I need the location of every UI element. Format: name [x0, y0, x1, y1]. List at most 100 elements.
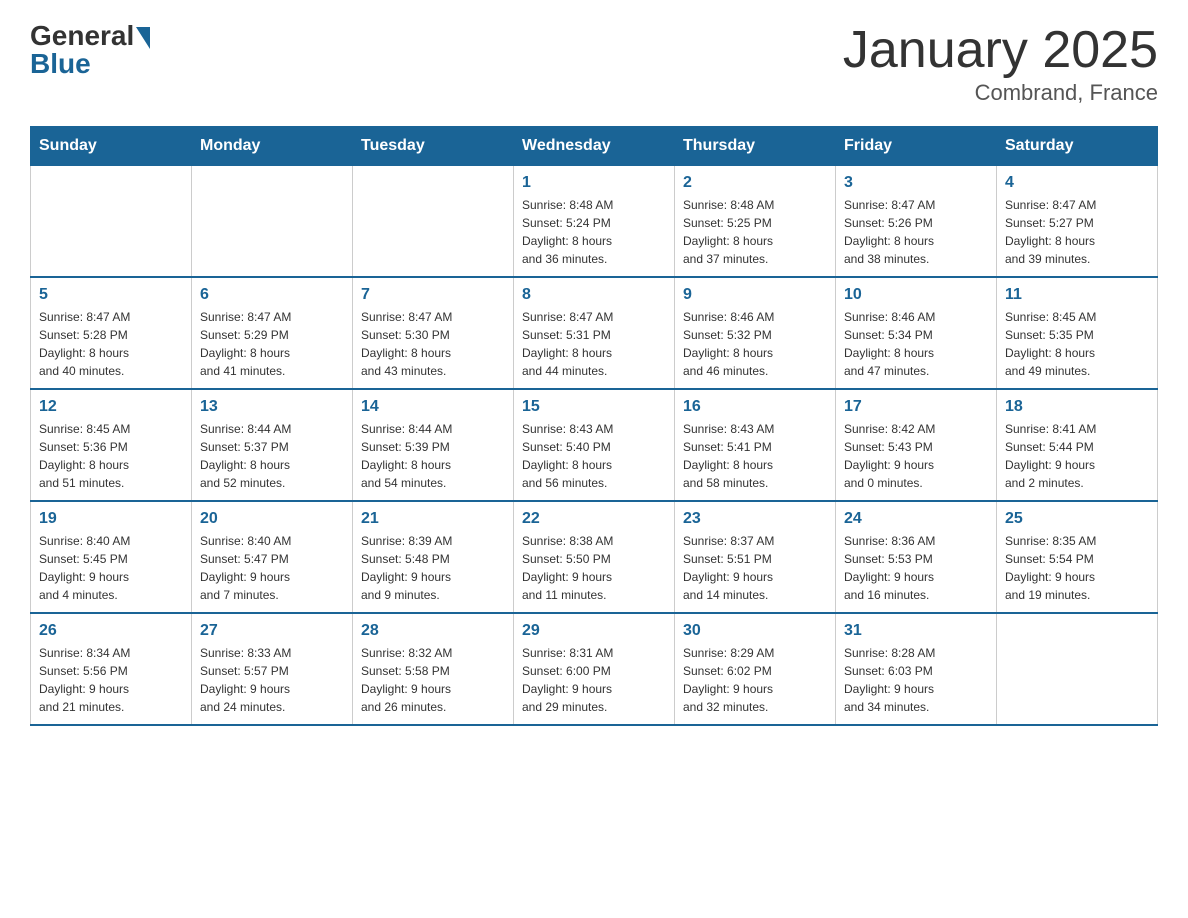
day-number: 31: [844, 622, 988, 640]
weekday-header-thursday: Thursday: [675, 127, 836, 166]
day-number: 11: [1005, 286, 1149, 304]
day-info: Sunrise: 8:43 AM Sunset: 5:40 PM Dayligh…: [522, 420, 666, 492]
calendar-cell: 5Sunrise: 8:47 AM Sunset: 5:28 PM Daylig…: [31, 277, 192, 389]
calendar-cell: 29 Sunrise: 8:31 AM Sunset: 6:00 PM Dayli…: [514, 613, 675, 725]
calendar-cell: 16 Sunrise: 8:43 AM Sunset: 5:41 PM Dayli…: [675, 389, 836, 501]
calendar-cell: [192, 166, 353, 278]
calendar-cell: [353, 166, 514, 278]
day-info: Sunrise: 8:34 AM Sunset: 5:56 PM Dayligh…: [39, 644, 183, 716]
day-number: 7: [361, 286, 505, 304]
day-number: 8: [522, 286, 666, 304]
day-info: Sunrise: 8:42 AM Sunset: 5:43 PM Dayligh…: [844, 420, 988, 492]
day-info: Sunrise: 8:41 AM Sunset: 5:44 PM Dayligh…: [1005, 420, 1149, 492]
calendar-cell: 3 Sunrise: 8:47 AM Sunset: 5:26 PM Daylig…: [836, 166, 997, 278]
logo: General Blue: [30, 20, 150, 80]
calendar-week-row: 26 Sunrise: 8:34 AM Sunset: 5:56 PM Dayli…: [31, 613, 1158, 725]
day-number: 18: [1005, 398, 1149, 416]
calendar-week-row: 1 Sunrise: 8:48 AM Sunset: 5:24 PM Daylig…: [31, 166, 1158, 278]
day-number: 9: [683, 286, 827, 304]
weekday-header-sunday: Sunday: [31, 127, 192, 166]
weekday-header-row: SundayMondayTuesdayWednesdayThursdayFrid…: [31, 127, 1158, 166]
logo-blue-text: Blue: [30, 48, 91, 80]
day-number: 27: [200, 622, 344, 640]
day-number: 29: [522, 622, 666, 640]
day-info: Sunrise: 8:46 AM Sunset: 5:34 PM Dayligh…: [844, 308, 988, 380]
day-number: 3: [844, 174, 988, 192]
day-number: 23: [683, 510, 827, 528]
day-number: 26: [39, 622, 183, 640]
weekday-header-monday: Monday: [192, 127, 353, 166]
calendar-cell: 27 Sunrise: 8:33 AM Sunset: 5:57 PM Dayli…: [192, 613, 353, 725]
calendar-cell: 15Sunrise: 8:43 AM Sunset: 5:40 PM Dayli…: [514, 389, 675, 501]
calendar-cell: 19Sunrise: 8:40 AM Sunset: 5:45 PM Dayli…: [31, 501, 192, 613]
day-number: 6: [200, 286, 344, 304]
calendar-cell: 22Sunrise: 8:38 AM Sunset: 5:50 PM Dayli…: [514, 501, 675, 613]
day-info: Sunrise: 8:48 AM Sunset: 5:24 PM Dayligh…: [522, 196, 666, 268]
calendar-cell: 28 Sunrise: 8:32 AM Sunset: 5:58 PM Dayli…: [353, 613, 514, 725]
calendar-week-row: 5Sunrise: 8:47 AM Sunset: 5:28 PM Daylig…: [31, 277, 1158, 389]
calendar-cell: [997, 613, 1158, 725]
day-info: Sunrise: 8:35 AM Sunset: 5:54 PM Dayligh…: [1005, 532, 1149, 604]
calendar-week-row: 19Sunrise: 8:40 AM Sunset: 5:45 PM Dayli…: [31, 501, 1158, 613]
weekday-header-saturday: Saturday: [997, 127, 1158, 166]
calendar-cell: 18 Sunrise: 8:41 AM Sunset: 5:44 PM Dayli…: [997, 389, 1158, 501]
day-number: 21: [361, 510, 505, 528]
day-info: Sunrise: 8:47 AM Sunset: 5:27 PM Dayligh…: [1005, 196, 1149, 268]
day-number: 13: [200, 398, 344, 416]
calendar-week-row: 12Sunrise: 8:45 AM Sunset: 5:36 PM Dayli…: [31, 389, 1158, 501]
day-info: Sunrise: 8:44 AM Sunset: 5:39 PM Dayligh…: [361, 420, 505, 492]
day-info: Sunrise: 8:47 AM Sunset: 5:26 PM Dayligh…: [844, 196, 988, 268]
calendar-cell: [31, 166, 192, 278]
day-info: Sunrise: 8:47 AM Sunset: 5:31 PM Dayligh…: [522, 308, 666, 380]
day-info: Sunrise: 8:47 AM Sunset: 5:29 PM Dayligh…: [200, 308, 344, 380]
calendar-cell: 21 Sunrise: 8:39 AM Sunset: 5:48 PM Dayli…: [353, 501, 514, 613]
calendar-table: SundayMondayTuesdayWednesdayThursdayFrid…: [30, 126, 1158, 726]
day-info: Sunrise: 8:29 AM Sunset: 6:02 PM Dayligh…: [683, 644, 827, 716]
day-info: Sunrise: 8:43 AM Sunset: 5:41 PM Dayligh…: [683, 420, 827, 492]
calendar-cell: 14Sunrise: 8:44 AM Sunset: 5:39 PM Dayli…: [353, 389, 514, 501]
calendar-title-block: January 2025 Combrand, France: [843, 20, 1158, 106]
calendar-cell: 2Sunrise: 8:48 AM Sunset: 5:25 PM Daylig…: [675, 166, 836, 278]
day-info: Sunrise: 8:40 AM Sunset: 5:47 PM Dayligh…: [200, 532, 344, 604]
weekday-header-friday: Friday: [836, 127, 997, 166]
weekday-header-wednesday: Wednesday: [514, 127, 675, 166]
day-number: 17: [844, 398, 988, 416]
day-info: Sunrise: 8:36 AM Sunset: 5:53 PM Dayligh…: [844, 532, 988, 604]
day-number: 30: [683, 622, 827, 640]
calendar-cell: 1 Sunrise: 8:48 AM Sunset: 5:24 PM Daylig…: [514, 166, 675, 278]
day-number: 22: [522, 510, 666, 528]
day-number: 25: [1005, 510, 1149, 528]
day-info: Sunrise: 8:28 AM Sunset: 6:03 PM Dayligh…: [844, 644, 988, 716]
day-info: Sunrise: 8:45 AM Sunset: 5:35 PM Dayligh…: [1005, 308, 1149, 380]
day-info: Sunrise: 8:31 AM Sunset: 6:00 PM Dayligh…: [522, 644, 666, 716]
day-number: 28: [361, 622, 505, 640]
day-number: 20: [200, 510, 344, 528]
calendar-cell: 9 Sunrise: 8:46 AM Sunset: 5:32 PM Daylig…: [675, 277, 836, 389]
day-number: 4: [1005, 174, 1149, 192]
calendar-cell: 23 Sunrise: 8:37 AM Sunset: 5:51 PM Dayli…: [675, 501, 836, 613]
day-info: Sunrise: 8:47 AM Sunset: 5:28 PM Dayligh…: [39, 308, 183, 380]
day-info: Sunrise: 8:39 AM Sunset: 5:48 PM Dayligh…: [361, 532, 505, 604]
calendar-cell: 25 Sunrise: 8:35 AM Sunset: 5:54 PM Dayli…: [997, 501, 1158, 613]
day-info: Sunrise: 8:46 AM Sunset: 5:32 PM Dayligh…: [683, 308, 827, 380]
day-info: Sunrise: 8:37 AM Sunset: 5:51 PM Dayligh…: [683, 532, 827, 604]
day-number: 1: [522, 174, 666, 192]
day-info: Sunrise: 8:33 AM Sunset: 5:57 PM Dayligh…: [200, 644, 344, 716]
weekday-header-tuesday: Tuesday: [353, 127, 514, 166]
calendar-cell: 10Sunrise: 8:46 AM Sunset: 5:34 PM Dayli…: [836, 277, 997, 389]
day-number: 2: [683, 174, 827, 192]
calendar-cell: 7Sunrise: 8:47 AM Sunset: 5:30 PM Daylig…: [353, 277, 514, 389]
day-number: 16: [683, 398, 827, 416]
calendar-cell: 31 Sunrise: 8:28 AM Sunset: 6:03 PM Dayli…: [836, 613, 997, 725]
day-info: Sunrise: 8:32 AM Sunset: 5:58 PM Dayligh…: [361, 644, 505, 716]
calendar-cell: 6 Sunrise: 8:47 AM Sunset: 5:29 PM Daylig…: [192, 277, 353, 389]
calendar-cell: 24Sunrise: 8:36 AM Sunset: 5:53 PM Dayli…: [836, 501, 997, 613]
calendar-subtitle: Combrand, France: [843, 80, 1158, 106]
calendar-cell: 20 Sunrise: 8:40 AM Sunset: 5:47 PM Dayli…: [192, 501, 353, 613]
calendar-cell: 13Sunrise: 8:44 AM Sunset: 5:37 PM Dayli…: [192, 389, 353, 501]
calendar-title: January 2025: [843, 20, 1158, 80]
page-header: General Blue January 2025 Combrand, Fran…: [30, 20, 1158, 106]
day-number: 19: [39, 510, 183, 528]
calendar-cell: 30 Sunrise: 8:29 AM Sunset: 6:02 PM Dayli…: [675, 613, 836, 725]
day-number: 12: [39, 398, 183, 416]
